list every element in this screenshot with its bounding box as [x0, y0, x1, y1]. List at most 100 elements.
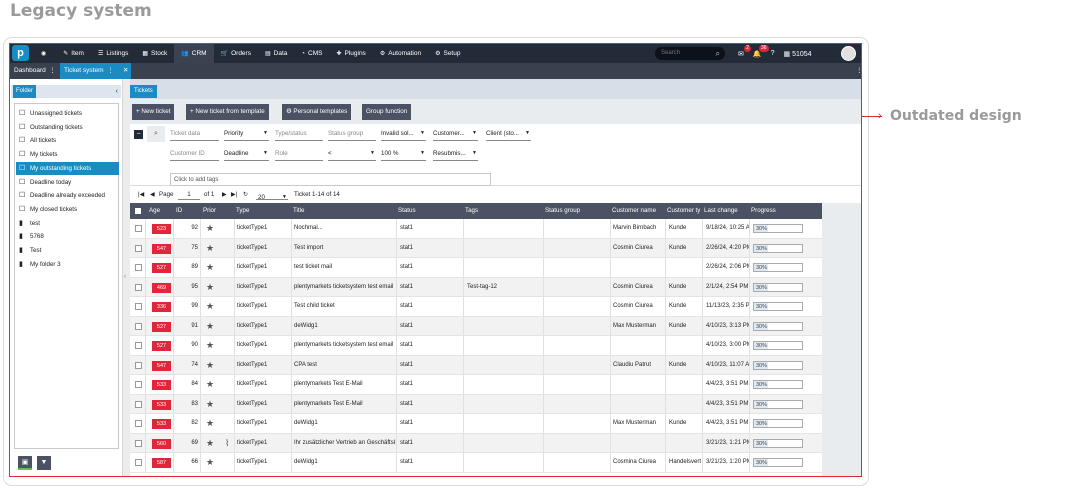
notifications-button[interactable]: ✉ 2 [738, 44, 751, 58]
column-header[interactable]: Progress [751, 203, 776, 219]
row-checkbox[interactable] [135, 400, 142, 408]
ticket-data-field[interactable]: Ticket data [170, 126, 219, 141]
deadline-select[interactable]: Deadline ▼ [224, 146, 269, 161]
select-all-checkbox[interactable] [135, 208, 141, 214]
row-checkbox[interactable] [135, 322, 142, 330]
help-icon[interactable]: ? [771, 50, 775, 57]
column-header[interactable]: Age [149, 203, 160, 219]
invalid-sol-select[interactable]: Invalid sol... ▼ [381, 126, 426, 141]
column-header[interactable]: Tags [465, 203, 478, 219]
comparison-select[interactable]: < ▼ [328, 146, 376, 161]
nav-item-crm[interactable]: 👥 CRM [174, 44, 214, 63]
personal-templates-button[interactable]: ⚙ Personal templates [282, 104, 352, 120]
star-icon[interactable]: ★ [206, 239, 214, 258]
column-header[interactable]: Status [398, 203, 416, 219]
star-icon[interactable]: ★ [206, 297, 214, 316]
column-header[interactable]: Status group [545, 203, 580, 219]
page-input[interactable]: 1 [178, 189, 200, 200]
add-tags-input[interactable]: Click to add tags [170, 173, 491, 186]
sidebar-item[interactable]: ☐ My outstanding tickets [16, 161, 119, 175]
nav-item-item[interactable]: ✎ Item [56, 44, 91, 63]
row-checkbox[interactable] [135, 244, 142, 252]
alerts-button[interactable]: 🔔 36 [753, 44, 769, 58]
customer-select[interactable]: Customer... ▼ [433, 126, 478, 141]
table-row[interactable]: 560 69 ★ ⌇ ticketType1 Ihr zusätzlicher Vertr… [130, 433, 822, 453]
sidebar-item[interactable]: ☐ Outstanding tickets [16, 121, 119, 134]
star-icon[interactable]: ★ [206, 395, 214, 414]
nav-item-cms[interactable]: ◔ CMS [294, 44, 329, 63]
percent-select[interactable]: 100 % ▼ [381, 146, 426, 161]
logo[interactable]: p [12, 45, 29, 61]
nav-item-data[interactable]: ▤ Data [258, 44, 294, 63]
last-page-icon[interactable]: ▶| [231, 186, 237, 203]
sidebar-item[interactable]: ☐ All tickets [16, 134, 119, 147]
role-field[interactable]: Role [275, 146, 323, 161]
new-ticket-from-template-button[interactable]: + New ticket from template [186, 104, 269, 120]
column-header[interactable]: Type [236, 203, 249, 219]
more-menu-icon[interactable]: ⋮ [852, 63, 861, 79]
close-icon[interactable]: ✕ [119, 63, 132, 79]
table-row[interactable]: 533 84 ★ ticketType1 plentymarkets Test E-Ma… [130, 375, 822, 395]
star-icon[interactable]: ★ [206, 453, 214, 472]
sidebar-item[interactable]: ▮ 5768 [16, 230, 119, 243]
next-page-icon[interactable]: ▶ [222, 186, 227, 203]
collapse-filters-icon[interactable]: − [134, 130, 143, 139]
column-header[interactable]: Customer name [612, 203, 656, 219]
table-row[interactable]: 533 83 ★ ticketType1 plentymarkets Test E-Ma… [130, 394, 822, 414]
column-header[interactable]: Title [293, 203, 304, 219]
column-header[interactable]: Customer ty [667, 203, 700, 219]
row-checkbox[interactable] [135, 342, 142, 349]
row-checkbox[interactable] [135, 303, 142, 310]
nav-item-automation[interactable]: ⚙ Automation [373, 44, 428, 63]
sidebar-item[interactable]: ▮ test [16, 217, 119, 230]
star-icon[interactable]: ★ [206, 414, 214, 433]
star-icon[interactable]: ★ [206, 336, 214, 355]
star-icon[interactable]: ★ [206, 356, 214, 375]
star-icon[interactable]: ★ [206, 434, 214, 453]
tab-dashboard[interactable]: Dashboard ⋮ [10, 63, 60, 79]
tab-tickets[interactable]: Tickets [130, 85, 157, 98]
sidebar-splitter[interactable]: ‹ [123, 79, 130, 476]
customer-id-field[interactable]: Customer ID [170, 146, 219, 161]
sidebar-item[interactable]: ☐ Deadline already exceeded [16, 189, 119, 202]
sidebar-item[interactable]: ☐ My closed tickets [16, 203, 119, 216]
row-checkbox[interactable] [135, 439, 142, 447]
collapse-chevron-icon[interactable]: ‹ [116, 85, 118, 98]
sidebar-item[interactable]: ☐ Deadline today [16, 176, 119, 189]
nav-item-home[interactable]: ◉ [34, 44, 56, 63]
priority-select[interactable]: Priority ▼ [224, 126, 269, 141]
page-size-select[interactable]: 20 ▼ [256, 189, 288, 201]
star-icon[interactable]: ★ [206, 375, 214, 394]
column-header[interactable]: ID [176, 203, 182, 219]
sidebar-item[interactable]: ☐ My tickets [16, 148, 119, 161]
star-icon[interactable]: ★ [206, 278, 214, 297]
row-checkbox[interactable] [135, 264, 142, 271]
table-row[interactable]: 527 89 ★ ticketType1 test ticket mail stat1 2/… [130, 258, 822, 278]
column-header[interactable]: Prior [203, 203, 216, 219]
status-group-field[interactable]: Status group [328, 126, 376, 141]
row-checkbox[interactable] [135, 283, 142, 291]
client-select[interactable]: Client (sto... ▼ [486, 126, 531, 141]
nav-item-orders[interactable]: 🛒 Orders [214, 44, 258, 63]
table-row[interactable]: 469 95 ★ ticketType1 plentymarkets ticketsys… [130, 277, 822, 297]
prev-page-icon[interactable]: ◀ [150, 186, 155, 203]
row-checkbox[interactable] [135, 361, 142, 369]
star-icon[interactable]: ★ [206, 258, 214, 277]
nav-item-stock[interactable]: ▦ Stock [135, 44, 174, 63]
filter-folder-button[interactable]: ▼ [37, 456, 51, 470]
row-checkbox[interactable] [135, 381, 142, 388]
table-row[interactable]: 547 74 ★ ticketType1 CPA test stat1 Claudiu Pa… [130, 355, 822, 375]
first-page-icon[interactable]: |◀ [138, 186, 144, 203]
add-folder-button[interactable]: ▣ [18, 456, 32, 470]
filter-search-icon[interactable]: ⌕ [147, 126, 165, 142]
table-row[interactable]: 547 75 ★ ticketType1 Test import stat1 Cosmin … [130, 238, 822, 258]
nav-item-plugins[interactable]: ✚ Plugins [329, 44, 372, 63]
avatar[interactable] [841, 46, 856, 61]
sidebar-item[interactable]: ☐ Unassigned tickets [16, 107, 119, 120]
type-status-field[interactable]: Type/status [275, 126, 323, 141]
resubmission-select[interactable]: Resubmis... ▼ [433, 146, 478, 161]
table-row[interactable]: 527 90 ★ ticketType1 plentymarkets ticketsys… [130, 336, 822, 356]
search-input[interactable]: Search ⌕ [655, 47, 725, 60]
table-row[interactable]: 533 82 ★ ticketType1 deWidg1 stat1 Max Musterm… [130, 414, 822, 434]
row-checkbox[interactable] [135, 459, 142, 466]
